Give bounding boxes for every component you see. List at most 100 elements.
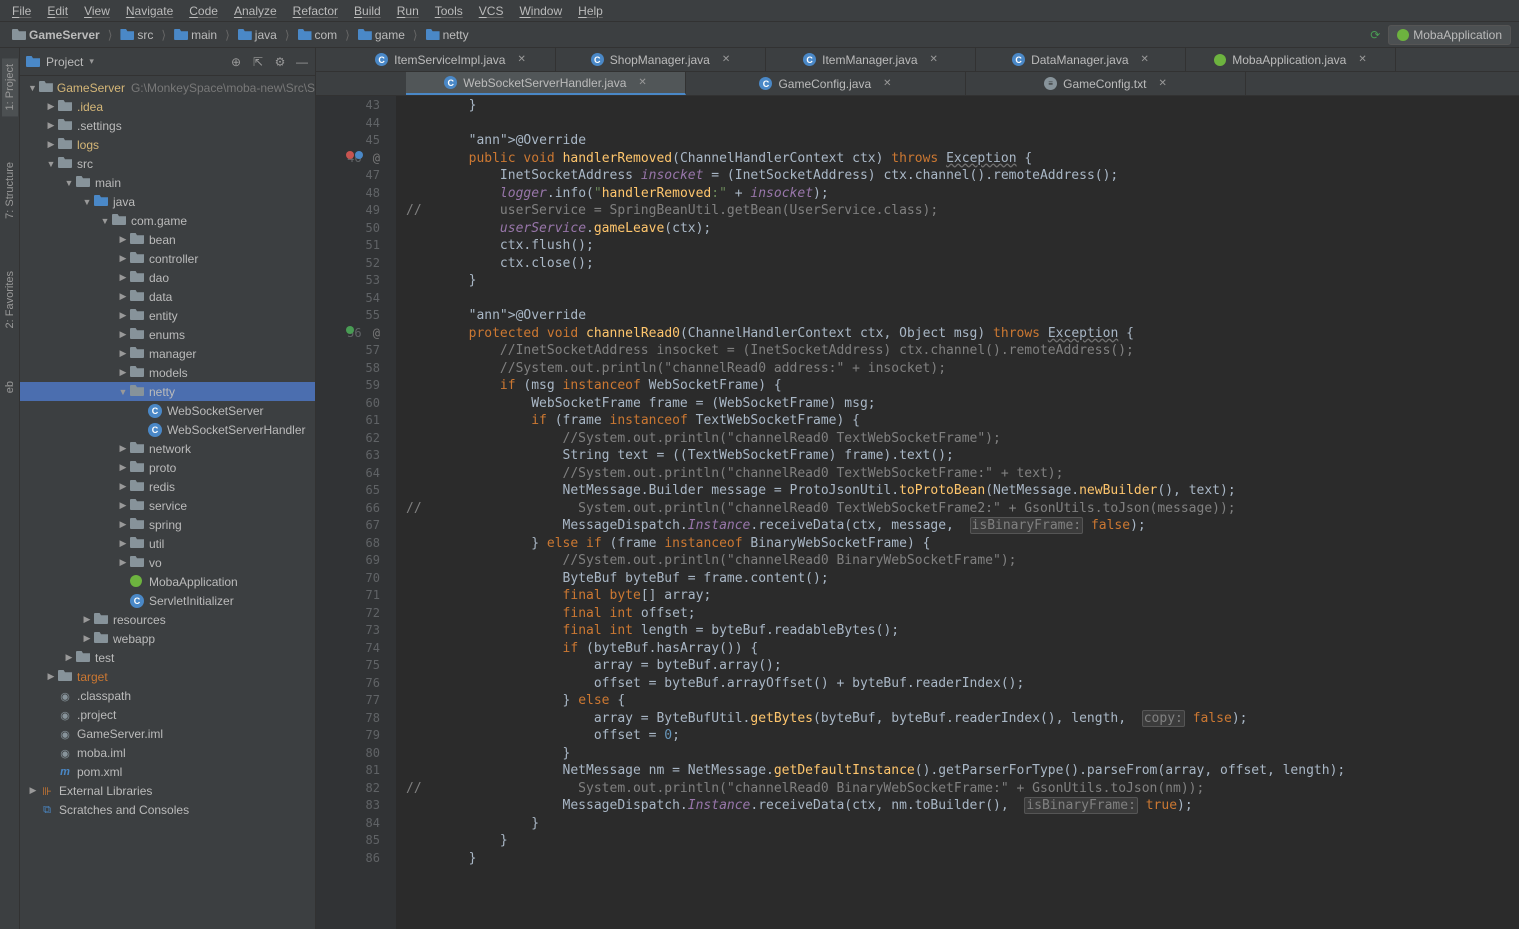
gutter-line[interactable]: 60 (316, 395, 380, 413)
tree-item-MobaApplication[interactable]: MobaApplication (20, 572, 315, 591)
menu-code[interactable]: Code (181, 1, 226, 21)
gutter-line[interactable]: 67 (316, 517, 380, 535)
gutter-line[interactable]: 45 (316, 132, 380, 150)
gutter-line[interactable]: 78 (316, 710, 380, 728)
tree-arrow[interactable]: ▶ (46, 671, 56, 682)
gutter-line[interactable]: 86 (316, 850, 380, 868)
tree-item-target[interactable]: ▶target (20, 667, 315, 686)
gutter-line[interactable]: 54 (316, 290, 380, 308)
gutter-line[interactable]: 57 (316, 342, 380, 360)
gutter-line[interactable]: 84 (316, 815, 380, 833)
tool-tab-eb[interactable]: eb (2, 375, 18, 399)
tree-item-main[interactable]: ▼main (20, 173, 315, 192)
tree-arrow[interactable]: ▶ (46, 120, 56, 131)
gutter-line[interactable]: 64 (316, 465, 380, 483)
gutter-line[interactable]: 80 (316, 745, 380, 763)
gutter-line[interactable]: 82 (316, 780, 380, 798)
close-icon[interactable]: ✕ (638, 77, 646, 88)
tree-item-redis[interactable]: ▶redis (20, 477, 315, 496)
gutter-line[interactable]: 47 (316, 167, 380, 185)
tree-item-dao[interactable]: ▶dao (20, 268, 315, 287)
tool-tab-project[interactable]: 1: Project (2, 58, 18, 116)
gutter-line[interactable]: 46 @ (316, 150, 380, 168)
tree-item-controller[interactable]: ▶controller (20, 249, 315, 268)
gear-icon[interactable]: ⚙ (273, 55, 287, 69)
gutter-line[interactable]: 76 (316, 675, 380, 693)
gutter-line[interactable]: 71 (316, 587, 380, 605)
gutter-line[interactable]: 68 (316, 535, 380, 553)
tab-ItemServiceImpl-java[interactable]: CItemServiceImpl.java✕ (346, 48, 556, 71)
tree-item-entity[interactable]: ▶entity (20, 306, 315, 325)
tree-arrow[interactable]: ▶ (118, 291, 128, 302)
tree-arrow[interactable]: ▼ (82, 197, 92, 207)
tree-item-network[interactable]: ▶network (20, 439, 315, 458)
tree-arrow[interactable]: ▶ (118, 557, 128, 568)
menu-file[interactable]: File (4, 1, 39, 21)
tree-item-src[interactable]: ▼src (20, 154, 315, 173)
tree-arrow[interactable]: ▶ (118, 519, 128, 530)
tree-item--settings[interactable]: ▶.settings (20, 116, 315, 135)
menu-analyze[interactable]: Analyze (226, 1, 285, 21)
gutter-line[interactable]: 83 (316, 797, 380, 815)
close-icon[interactable]: ✕ (722, 54, 730, 65)
menu-build[interactable]: Build (346, 1, 389, 21)
hide-icon[interactable]: — (295, 55, 309, 69)
run-config-selector[interactable]: MobaApplication (1388, 25, 1511, 45)
tree-item-GameServer[interactable]: ▼GameServerG:\MonkeySpace\moba-new\Src\S… (20, 78, 315, 97)
tree-item-java[interactable]: ▼java (20, 192, 315, 211)
tree-arrow[interactable]: ▶ (118, 500, 128, 511)
breadcrumb-src[interactable]: src (116, 26, 157, 44)
menu-run[interactable]: Run (389, 1, 427, 21)
tab-ItemManager-java[interactable]: CItemManager.java✕ (766, 48, 976, 71)
close-icon[interactable]: ✕ (517, 54, 525, 65)
tree-arrow[interactable]: ▶ (118, 481, 128, 492)
tool-tab-favorites[interactable]: 2: Favorites (2, 265, 18, 334)
tree-item-vo[interactable]: ▶vo (20, 553, 315, 572)
tree-item-data[interactable]: ▶data (20, 287, 315, 306)
gutter-line[interactable]: 49 (316, 202, 380, 220)
tree-item-util[interactable]: ▶util (20, 534, 315, 553)
tree-arrow[interactable]: ▶ (118, 253, 128, 264)
tree-item-service[interactable]: ▶service (20, 496, 315, 515)
breadcrumb-java[interactable]: java (234, 26, 281, 44)
gutter-line[interactable]: 85 (316, 832, 380, 850)
close-icon[interactable]: ✕ (1158, 78, 1166, 89)
tree-item--classpath[interactable]: ◉.classpath (20, 686, 315, 705)
tree-arrow[interactable]: ▼ (100, 216, 110, 226)
project-tree[interactable]: ▼GameServerG:\MonkeySpace\moba-new\Src\S… (20, 76, 315, 929)
tree-arrow[interactable]: ▶ (46, 101, 56, 112)
tree-item-spring[interactable]: ▶spring (20, 515, 315, 534)
gutter-line[interactable]: 79 (316, 727, 380, 745)
collapse-icon[interactable]: ⇱ (251, 55, 265, 69)
locate-icon[interactable]: ⊕ (229, 55, 243, 69)
gutter-line[interactable]: 74 (316, 640, 380, 658)
code-area[interactable]: } "ann">@Override public void handlerRem… (396, 96, 1519, 929)
tree-item-models[interactable]: ▶models (20, 363, 315, 382)
tree-item-pom-xml[interactable]: mpom.xml (20, 762, 315, 781)
tree-arrow[interactable]: ▶ (118, 348, 128, 359)
menu-help[interactable]: Help (570, 1, 611, 21)
gutter-line[interactable]: 59 (316, 377, 380, 395)
gutter-line[interactable]: 73 (316, 622, 380, 640)
gutter-line[interactable]: 62 (316, 430, 380, 448)
tree-arrow[interactable]: ▶ (118, 538, 128, 549)
tree-item--idea[interactable]: ▶.idea (20, 97, 315, 116)
tab-GameConfig-txt[interactable]: ≡GameConfig.txt✕ (966, 72, 1246, 95)
tree-item-manager[interactable]: ▶manager (20, 344, 315, 363)
gutter-line[interactable]: 50 (316, 220, 380, 238)
gutter-line[interactable]: 53 (316, 272, 380, 290)
tree-item-logs[interactable]: ▶logs (20, 135, 315, 154)
menu-edit[interactable]: Edit (39, 1, 76, 21)
tree-item-WebSocketServerHandler[interactable]: CWebSocketServerHandler (20, 420, 315, 439)
tree-arrow[interactable]: ▶ (118, 310, 128, 321)
tree-arrow[interactable]: ▶ (82, 614, 92, 625)
gutter-line[interactable]: 66 (316, 500, 380, 518)
tree-item--project[interactable]: ◉.project (20, 705, 315, 724)
menu-vcs[interactable]: VCS (471, 1, 512, 21)
gutter-line[interactable]: 81 (316, 762, 380, 780)
tab-ShopManager-java[interactable]: CShopManager.java✕ (556, 48, 766, 71)
tree-arrow[interactable]: ▶ (118, 367, 128, 378)
tree-arrow[interactable]: ▶ (118, 329, 128, 340)
tree-item-enums[interactable]: ▶enums (20, 325, 315, 344)
tree-item-Scratches-and-Consoles[interactable]: ⧉Scratches and Consoles (20, 800, 315, 819)
